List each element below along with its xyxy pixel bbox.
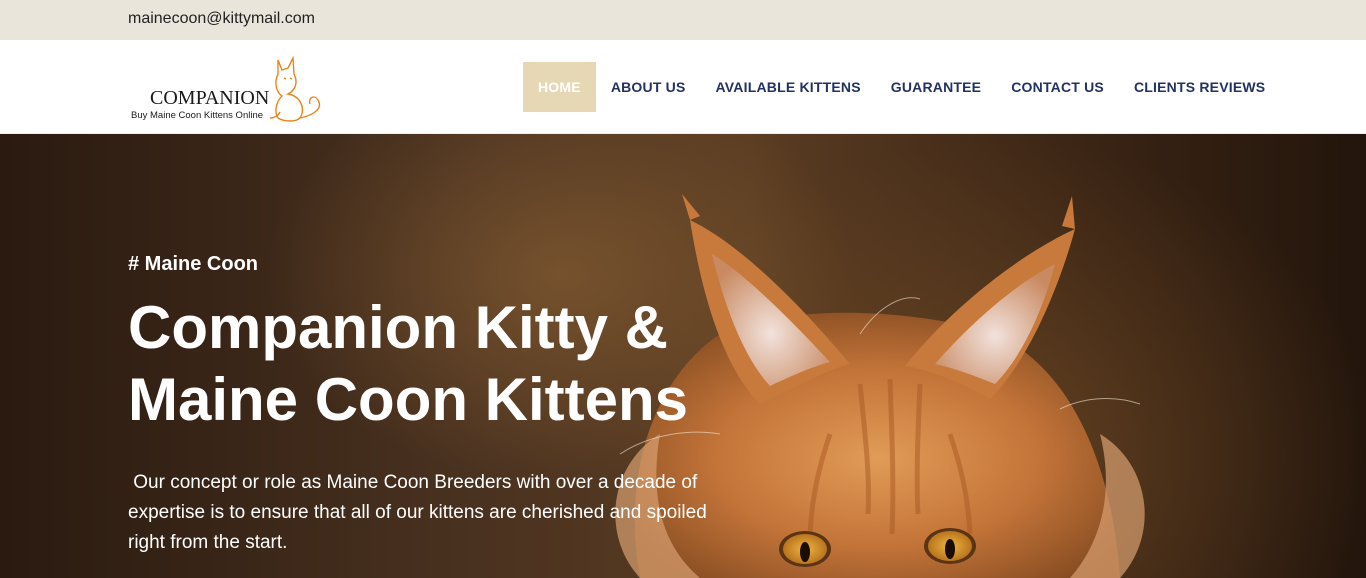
top-bar: mainecoon@kittymail.com <box>0 0 1366 40</box>
logo-tagline-text: Buy Maine Coon Kittens Online <box>131 110 263 121</box>
cat-logo-icon: COMPANION Buy Maine Coon Kittens Online <box>131 55 321 122</box>
hero-title: Companion Kitty & Maine Coon Kittens <box>128 294 689 433</box>
hero-tag: # Maine Coon <box>128 253 259 275</box>
nav-item-clients-reviews[interactable]: CLIENTS REVIEWS <box>1119 62 1280 112</box>
nav-item-available-kittens[interactable]: AVAILABLE KITTENS <box>701 62 876 112</box>
site-logo[interactable]: COMPANION Buy Maine Coon Kittens Online <box>128 52 328 124</box>
nav-item-about-us[interactable]: ABOUT US <box>596 62 701 112</box>
contact-email[interactable]: mainecoon@kittymail.com <box>128 10 315 28</box>
nav-item-home[interactable]: HOME <box>523 62 596 112</box>
hero-banner: # Maine Coon Companion Kitty & Maine Coo… <box>0 134 1366 578</box>
main-nav: HOME ABOUT US AVAILABLE KITTENS GUARANTE… <box>523 62 1280 112</box>
site-header: COMPANION Buy Maine Coon Kittens Online … <box>0 40 1366 134</box>
nav-item-contact-us[interactable]: CONTACT US <box>996 62 1119 112</box>
logo-brand-text: COMPANION <box>150 87 269 109</box>
hero-description: Our concept or role as Maine Coon Breede… <box>128 472 713 553</box>
nav-item-guarantee[interactable]: GUARANTEE <box>876 62 996 112</box>
